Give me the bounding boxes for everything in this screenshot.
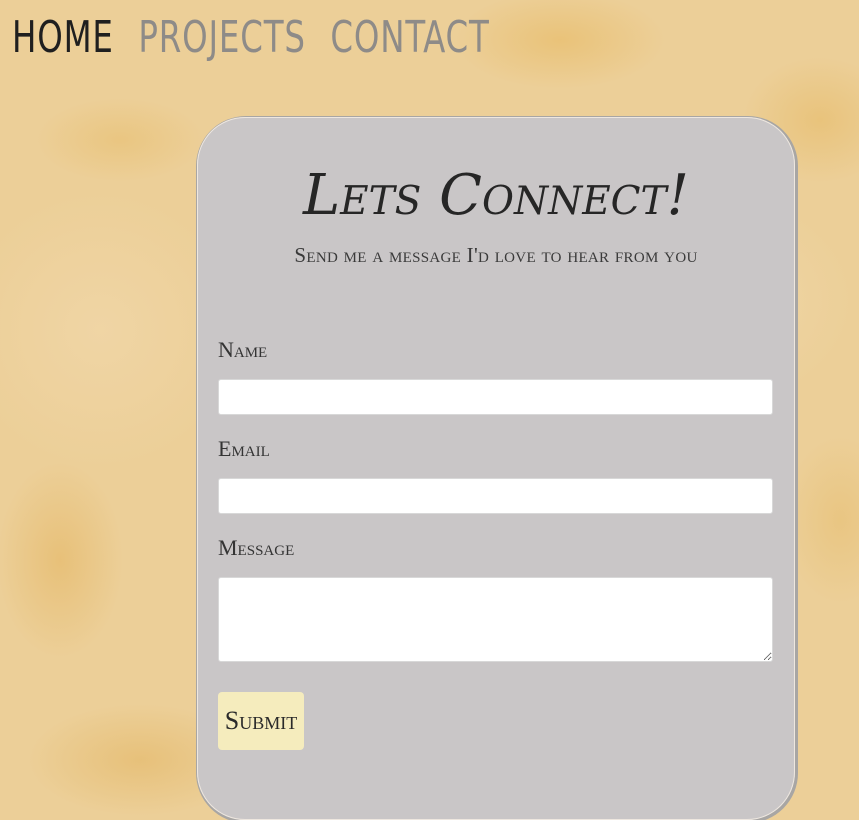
email-label: Email <box>218 436 270 461</box>
contact-title: Lets Connect! <box>302 163 690 228</box>
name-input[interactable] <box>218 379 773 415</box>
top-nav: HOME PROJECTS CONTACT <box>12 8 490 68</box>
name-label: Name <box>218 337 268 362</box>
contact-subtitle: Send me a message I'd love to hear from … <box>294 243 698 267</box>
contact-card: Lets Connect! Send me a message I'd love… <box>197 117 795 820</box>
nav-contact-link[interactable]: CONTACT <box>330 8 489 68</box>
nav-projects-link[interactable]: PROJECTS <box>138 8 305 68</box>
nav-home-link[interactable]: HOME <box>12 8 114 68</box>
submit-button[interactable]: Submit <box>218 692 304 750</box>
email-input[interactable] <box>218 478 773 514</box>
message-label: Message <box>218 535 295 560</box>
message-textarea[interactable] <box>218 577 773 662</box>
